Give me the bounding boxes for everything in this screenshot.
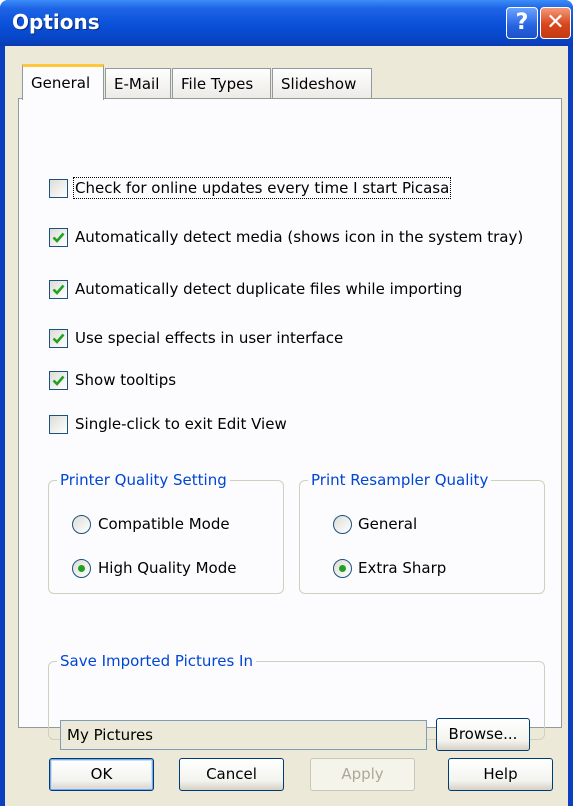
title-bar[interactable]: Options ? ✕ — [0, 0, 573, 46]
group-legend: Print Resampler Quality — [311, 471, 489, 489]
radio-selected-dot — [339, 565, 346, 572]
options-dialog: Options ? ✕ General E-Mail File Types Sl… — [0, 0, 573, 806]
printer-quality-group: Printer Quality Setting Compatible Mode … — [48, 471, 284, 594]
tab-slideshow[interactable]: Slideshow — [272, 68, 372, 98]
ok-button[interactable]: OK — [49, 758, 154, 791]
window-title: Options — [12, 10, 100, 34]
save-path-field[interactable] — [60, 720, 427, 750]
help-icon[interactable]: ? — [506, 7, 538, 39]
radio-general[interactable] — [333, 515, 352, 534]
radio-label: Compatible Mode — [98, 515, 230, 533]
radio-label: Extra Sharp — [358, 559, 447, 577]
tab-label: Slideshow — [281, 75, 357, 93]
tab-email[interactable]: E-Mail — [105, 68, 171, 98]
checkbox-special-effects[interactable] — [49, 329, 68, 348]
checkbox-label: Check for online updates every time I st… — [72, 177, 452, 199]
radio-high-quality-mode[interactable] — [72, 559, 91, 578]
checkbox-single-click-exit[interactable] — [49, 415, 68, 434]
dialog-client-area: General E-Mail File Types Slideshow Chec… — [5, 46, 568, 806]
close-icon[interactable]: ✕ — [540, 7, 571, 39]
checkbox-detect-media[interactable] — [49, 228, 68, 247]
radio-extra-sharp[interactable] — [333, 559, 352, 578]
checkbox-online-updates[interactable] — [49, 179, 68, 198]
group-legend: Save Imported Pictures In — [60, 652, 253, 670]
general-tab-panel: Check for online updates every time I st… — [18, 98, 562, 751]
apply-button[interactable]: Apply — [310, 758, 415, 791]
radio-selected-dot — [78, 565, 85, 572]
radio-label: General — [358, 515, 418, 533]
cancel-button[interactable]: Cancel — [179, 758, 284, 791]
tab-label: General — [31, 74, 91, 92]
radio-compatible-mode[interactable] — [72, 515, 91, 534]
browse-button[interactable]: Browse... — [436, 718, 530, 751]
save-location-group: Save Imported Pictures In Browse... — [48, 652, 545, 751]
tab-label: File Types — [181, 75, 254, 93]
check-mark-icon — [52, 333, 65, 344]
check-mark-icon — [52, 284, 65, 295]
tab-file-types[interactable]: File Types — [172, 68, 271, 98]
checkbox-show-tooltips[interactable] — [49, 371, 68, 390]
checkbox-label: Single-click to exit Edit View — [75, 415, 287, 433]
resampler-quality-group: Print Resampler Quality General Extra Sh… — [299, 471, 545, 594]
checkbox-label: Show tooltips — [75, 371, 177, 389]
tab-general[interactable]: General — [22, 64, 104, 100]
checkbox-label: Automatically detect duplicate files whi… — [75, 280, 463, 298]
check-mark-icon — [52, 232, 65, 243]
checkbox-detect-duplicates[interactable] — [49, 280, 68, 299]
radio-label: High Quality Mode — [98, 559, 237, 577]
checkbox-label: Use special effects in user interface — [75, 329, 344, 347]
checkbox-label: Automatically detect media (shows icon i… — [75, 228, 524, 246]
check-mark-icon — [52, 375, 65, 386]
tab-label: E-Mail — [114, 75, 160, 93]
help-button[interactable]: Help — [448, 758, 553, 791]
group-legend: Printer Quality Setting — [60, 471, 227, 489]
